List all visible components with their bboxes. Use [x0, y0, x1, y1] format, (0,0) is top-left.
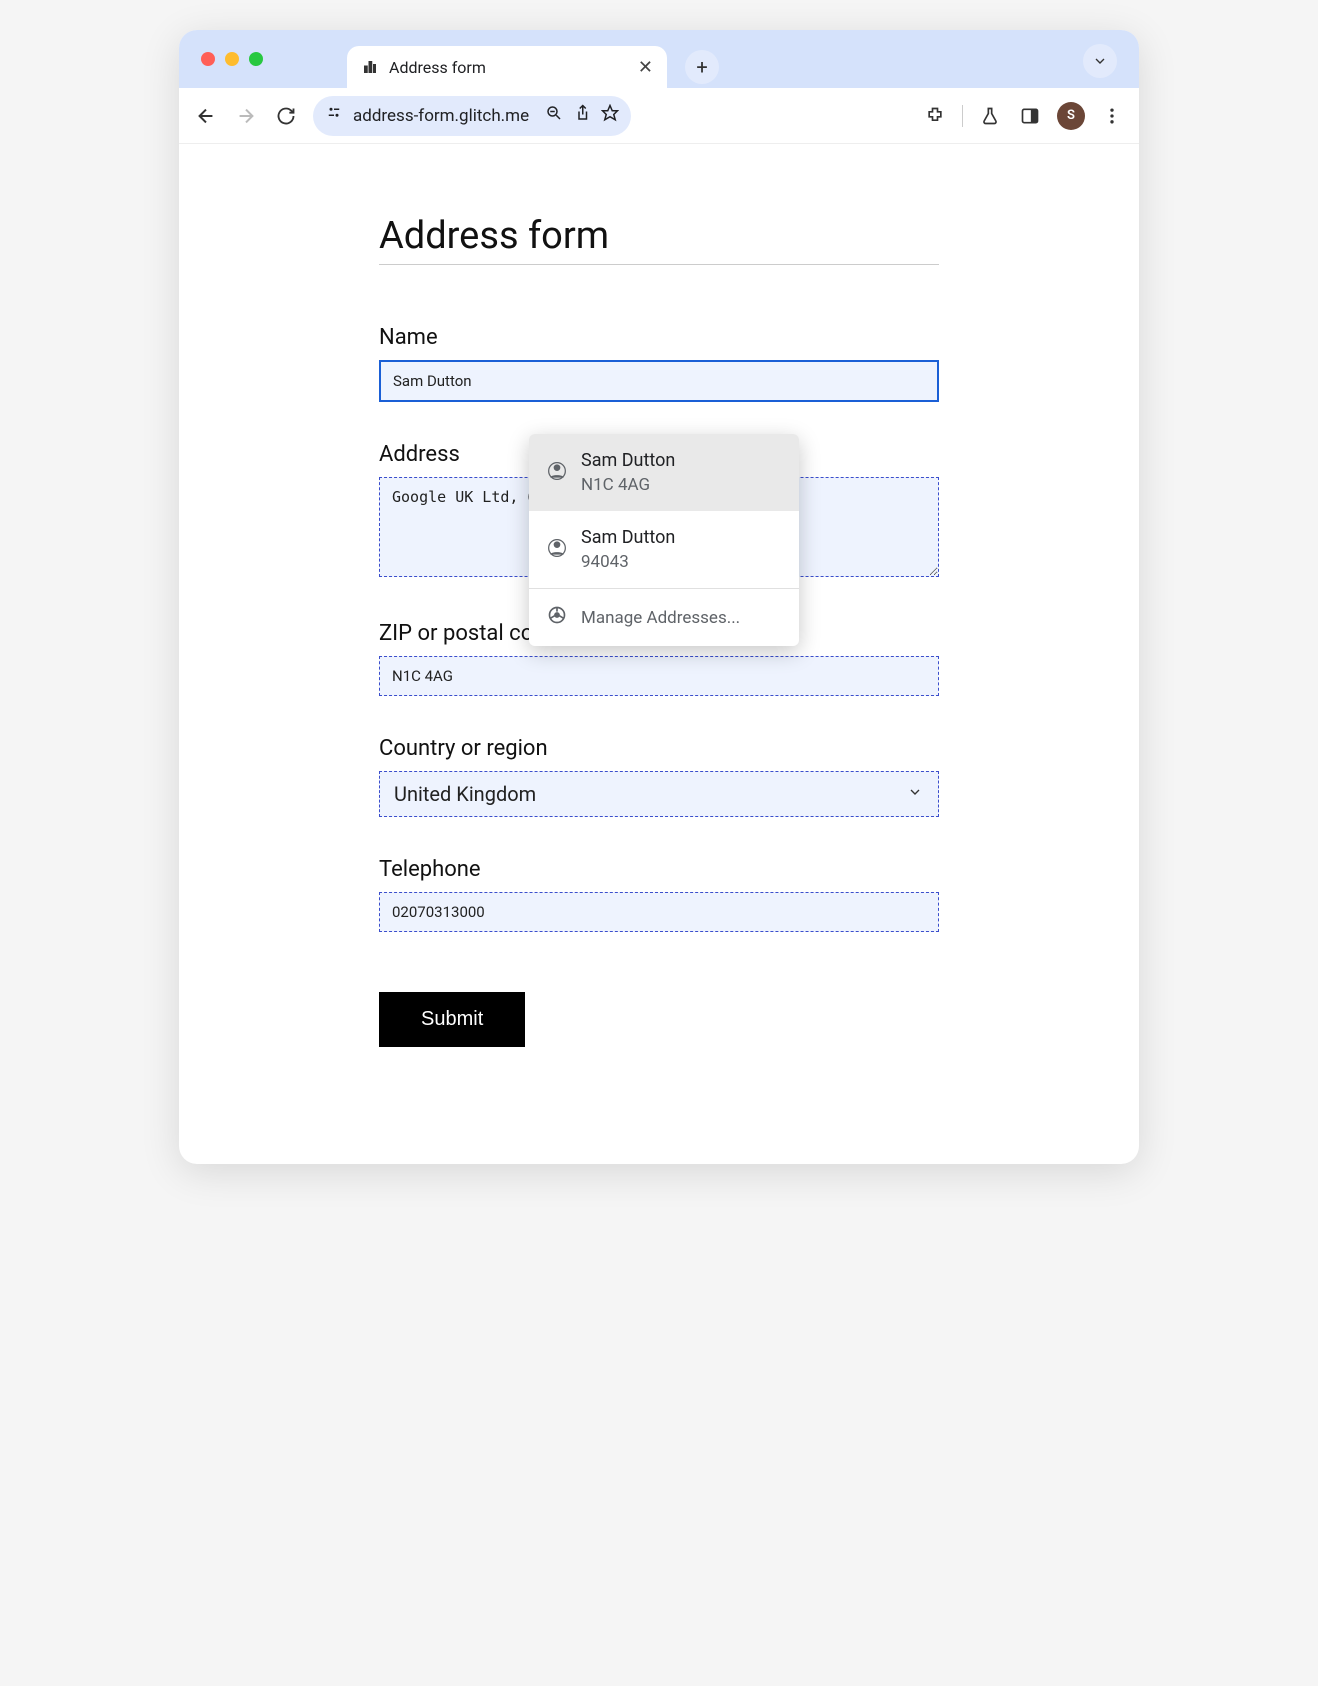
share-icon[interactable]: [573, 104, 591, 127]
close-window-button[interactable]: [201, 52, 215, 66]
site-info-icon[interactable]: [325, 104, 343, 127]
zoom-icon[interactable]: [545, 104, 563, 127]
extensions-icon[interactable]: [922, 103, 948, 129]
browser-toolbar: address-form.glitch.me S: [179, 88, 1139, 144]
manage-addresses-label: Manage Addresses...: [581, 608, 740, 628]
maximize-window-button[interactable]: [249, 52, 263, 66]
autofill-sub: 94043: [581, 552, 675, 572]
telephone-label: Telephone: [379, 857, 939, 882]
autofill-sub: N1C 4AG: [581, 475, 675, 495]
profile-avatar[interactable]: S: [1057, 102, 1085, 130]
tab-title: Address form: [389, 58, 486, 77]
avatar-letter: S: [1067, 108, 1075, 123]
name-input[interactable]: [379, 360, 939, 402]
menu-icon[interactable]: [1099, 103, 1125, 129]
name-label: Name: [379, 325, 939, 350]
minimize-window-button[interactable]: [225, 52, 239, 66]
country-field-group: Country or region United Kingdom: [379, 736, 939, 817]
bookmark-icon[interactable]: [601, 104, 619, 127]
page-title: Address form: [379, 214, 939, 265]
page-content: Address form Name Sam Dutton N1C 4AG: [179, 144, 1139, 1164]
window-controls: [201, 52, 263, 66]
zip-input[interactable]: [379, 656, 939, 696]
back-button[interactable]: [193, 103, 219, 129]
autofill-name: Sam Dutton: [581, 450, 675, 471]
labs-icon[interactable]: [977, 103, 1003, 129]
submit-button[interactable]: Submit: [379, 992, 525, 1047]
browser-tab[interactable]: Address form ✕: [347, 46, 667, 88]
autofill-popup: Sam Dutton N1C 4AG Sam Dutton 94043 Mana…: [529, 434, 799, 646]
autofill-suggestion[interactable]: Sam Dutton N1C 4AG: [529, 434, 799, 511]
address-bar[interactable]: address-form.glitch.me: [313, 96, 631, 136]
country-select[interactable]: United Kingdom: [379, 771, 939, 817]
reload-button[interactable]: [273, 103, 299, 129]
browser-window: Address form ✕ + address-form.glitch.me: [179, 30, 1139, 1164]
person-icon: [547, 538, 567, 562]
sidepanel-icon[interactable]: [1017, 103, 1043, 129]
autofill-suggestion[interactable]: Sam Dutton 94043: [529, 511, 799, 588]
autofill-name: Sam Dutton: [581, 527, 675, 548]
forward-button[interactable]: [233, 103, 259, 129]
tabs-dropdown-button[interactable]: [1083, 44, 1117, 78]
tab-strip: Address form ✕ +: [179, 30, 1139, 88]
telephone-input[interactable]: [379, 892, 939, 932]
url-text: address-form.glitch.me: [353, 106, 535, 126]
new-tab-button[interactable]: +: [685, 50, 719, 84]
person-icon: [547, 461, 567, 485]
tab-favicon-icon: [361, 58, 379, 76]
chrome-icon: [547, 605, 567, 630]
close-tab-icon[interactable]: ✕: [638, 57, 653, 78]
country-label: Country or region: [379, 736, 939, 761]
toolbar-divider: [962, 105, 963, 127]
manage-addresses-link[interactable]: Manage Addresses...: [529, 588, 799, 646]
name-field-group: Name: [379, 325, 939, 402]
telephone-field-group: Telephone: [379, 857, 939, 932]
